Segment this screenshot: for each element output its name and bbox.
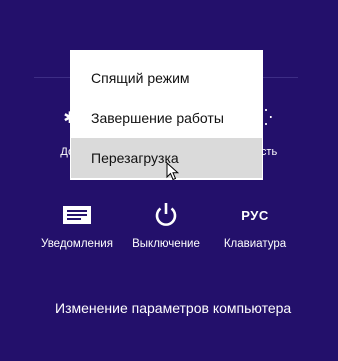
notification-icon xyxy=(38,200,116,230)
keyboard-language-indicator: РУС xyxy=(241,207,269,223)
pc-settings-link[interactable]: Изменение параметров компьютера xyxy=(55,300,291,316)
power-label: Выключение xyxy=(132,238,200,250)
menu-item-shutdown[interactable]: Завершение работы xyxy=(71,98,262,138)
notifications-label: Уведомления xyxy=(41,238,113,250)
keyboard-label: Клавиатура xyxy=(223,238,287,250)
power-menu: Спящий режим Завершение работы Перезагру… xyxy=(70,50,263,180)
power-icon xyxy=(126,200,206,230)
power-button[interactable]: Выключение xyxy=(126,200,206,250)
mouse-cursor-icon xyxy=(166,162,180,181)
keyboard-button[interactable]: РУС Клавиатура xyxy=(217,200,293,251)
notifications-button[interactable]: Уведомления xyxy=(38,200,116,250)
menu-item-sleep[interactable]: Спящий режим xyxy=(71,58,262,98)
